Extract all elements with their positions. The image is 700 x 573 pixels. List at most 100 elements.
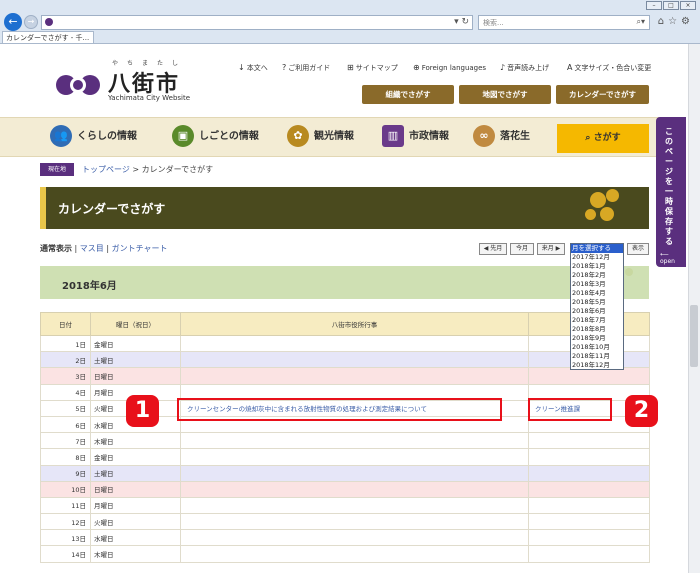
nav-living-info[interactable]: 👥 くらしの情報 [50, 125, 137, 149]
browser-tab[interactable]: カレンダーでさがす - 千... [2, 31, 94, 43]
dropdown-option[interactable]: 2018年6月 [571, 307, 623, 316]
date-cell: 9日 [40, 464, 91, 482]
dropdown-option[interactable]: 2018年1月 [571, 262, 623, 271]
dept-cell [528, 529, 650, 547]
decor-dot [625, 268, 633, 276]
text-size-color-link[interactable]: A 文字サイズ・色合い変更 [567, 63, 651, 73]
search-icon[interactable]: ⌕▾ [637, 17, 646, 27]
event-cell [180, 513, 529, 531]
dropdown-option[interactable]: 2018年9月 [571, 334, 623, 343]
dropdown-option[interactable]: 2018年11月 [571, 352, 623, 361]
scrollbar-thumb[interactable] [690, 305, 698, 367]
table-header-row: 日付 曜日（祝日） 八街市役所行事 [40, 312, 650, 336]
dropdown-option[interactable]: 2018年12月 [571, 361, 623, 370]
prev-month-button[interactable]: ◀ 先月 [479, 243, 507, 255]
browser-toolbar-icons: ⌂☆⚙ [658, 16, 694, 27]
dropdown-option[interactable]: 2018年4月 [571, 289, 623, 298]
nav-tourism[interactable]: ✿ 観光情報 [287, 125, 354, 149]
month-title: 2018年6月 [62, 281, 117, 292]
weekday-cell: 月曜日 [90, 496, 181, 515]
table-row: 8日 金曜日 [40, 448, 650, 466]
search-by-calendar-button[interactable]: カレンダーでさがす [556, 85, 649, 104]
decor-dot [590, 192, 606, 208]
home-icon[interactable]: ⌂ [658, 16, 668, 27]
side-tab-open-label: ⟵ open [660, 251, 675, 265]
dropdown-option[interactable]: 2018年2月 [571, 271, 623, 280]
weekday-cell: 木曜日 [90, 432, 181, 450]
event-cell [180, 334, 529, 353]
table-row: 3日 日曜日 [40, 367, 650, 385]
dept-cell [528, 545, 650, 563]
usage-guide-link[interactable]: ? ご利用ガイド [282, 63, 330, 73]
event-cell [180, 464, 529, 482]
date-cell: 3日 [40, 367, 91, 385]
nav-city-admin[interactable]: ▥ 市政情報 [382, 125, 449, 149]
table-row: 2日 土曜日 [40, 351, 650, 369]
table-row: 1日 金曜日 [40, 334, 650, 353]
dept-cell [528, 496, 650, 515]
sitemap-link[interactable]: ⊞ サイトマップ [347, 63, 398, 73]
decor-dot [600, 207, 614, 221]
date-cell: 13日 [40, 529, 91, 547]
date-cell: 5日 [40, 399, 91, 417]
browser-search-input[interactable]: 検索... ⌕▾ [478, 15, 650, 30]
show-button[interactable]: 表示 [627, 243, 649, 255]
search-by-organization-button[interactable]: 組織でさがす [362, 85, 454, 104]
foreign-languages-link[interactable]: ⊕ Foreign languages [413, 63, 486, 72]
date-cell: 6日 [40, 415, 91, 434]
dropdown-option[interactable]: 2018年7月 [571, 316, 623, 325]
dropdown-option[interactable]: 月を選択する [571, 244, 623, 253]
site-logo-english: Yachimata City Website [108, 94, 191, 102]
speaker-icon: ♪ [500, 63, 506, 72]
table-row: 9日 土曜日 [40, 464, 650, 482]
date-cell: 11日 [40, 496, 91, 515]
close-button[interactable]: × [680, 1, 696, 10]
back-arrow-icon[interactable]: ← [4, 13, 22, 31]
forward-arrow-icon[interactable]: → [24, 15, 38, 29]
weekday-cell: 日曜日 [90, 367, 181, 385]
tab-title: カレンダーでさがす - 千... [6, 34, 90, 42]
tab-gantt-view[interactable]: ガントチャート [112, 244, 168, 253]
tab-grid-view[interactable]: マス目 [80, 244, 104, 253]
decor-dot [606, 189, 619, 202]
search-by-map-button[interactable]: 地図でさがす [459, 85, 551, 104]
maximize-button[interactable]: □ [663, 1, 679, 10]
dropdown-option[interactable]: 2018年8月 [571, 325, 623, 334]
nav-work-info[interactable]: ▣ しごとの情報 [172, 125, 259, 149]
skip-to-content-link[interactable]: ↓ 本文へ [238, 63, 268, 73]
gear-icon[interactable]: ⚙ [681, 16, 694, 27]
decor-dot [585, 209, 596, 220]
date-cell: 2日 [40, 351, 91, 369]
next-month-button[interactable]: 来月 ▶ [537, 243, 565, 255]
weekday-cell: 木曜日 [90, 545, 181, 563]
left-arrow-icon: ⟵ [660, 251, 669, 258]
page-title: カレンダーでさがす [58, 202, 166, 216]
date-cell: 8日 [40, 448, 91, 466]
star-icon[interactable]: ☆ [668, 16, 681, 27]
dropdown-option[interactable]: 2018年3月 [571, 280, 623, 289]
briefcase-icon: ▣ [172, 125, 194, 147]
save-page-side-tab[interactable]: このページを一時保存する ⟵ open [656, 117, 686, 267]
event-cell [180, 496, 529, 515]
dropdown-option[interactable]: 2017年12月 [571, 253, 623, 262]
address-bar[interactable]: ▾ ↻ [41, 15, 473, 30]
down-arrow-icon: ↓ [238, 63, 245, 72]
dropdown-option[interactable]: 2018年10月 [571, 343, 623, 352]
event-cell [180, 351, 529, 369]
nav-peanut[interactable]: ∞ 落花生 [473, 125, 530, 149]
breadcrumb-home-link[interactable]: トップページ [82, 165, 130, 174]
dropdown-option[interactable]: 2018年5月 [571, 298, 623, 307]
read-aloud-link[interactable]: ♪ 音声読み上げ [500, 63, 549, 73]
table-row: 7日 木曜日 [40, 432, 650, 450]
date-cell: 12日 [40, 513, 91, 531]
refresh-icon[interactable]: ▾ ↻ [454, 17, 469, 27]
event-cell [180, 545, 529, 563]
weekday-cell: 金曜日 [90, 334, 181, 353]
this-month-button[interactable]: 今月 [510, 243, 534, 255]
site-search-button[interactable]: ⌕ さがす [557, 124, 649, 153]
minimize-button[interactable]: – [646, 1, 662, 10]
event-cell [180, 432, 529, 450]
date-cell: 1日 [40, 334, 91, 353]
event-cell [180, 529, 529, 547]
month-select-dropdown[interactable]: 月を選択する 2017年12月 2018年1月 2018年2月 2018年3月 2018年… [570, 243, 624, 370]
